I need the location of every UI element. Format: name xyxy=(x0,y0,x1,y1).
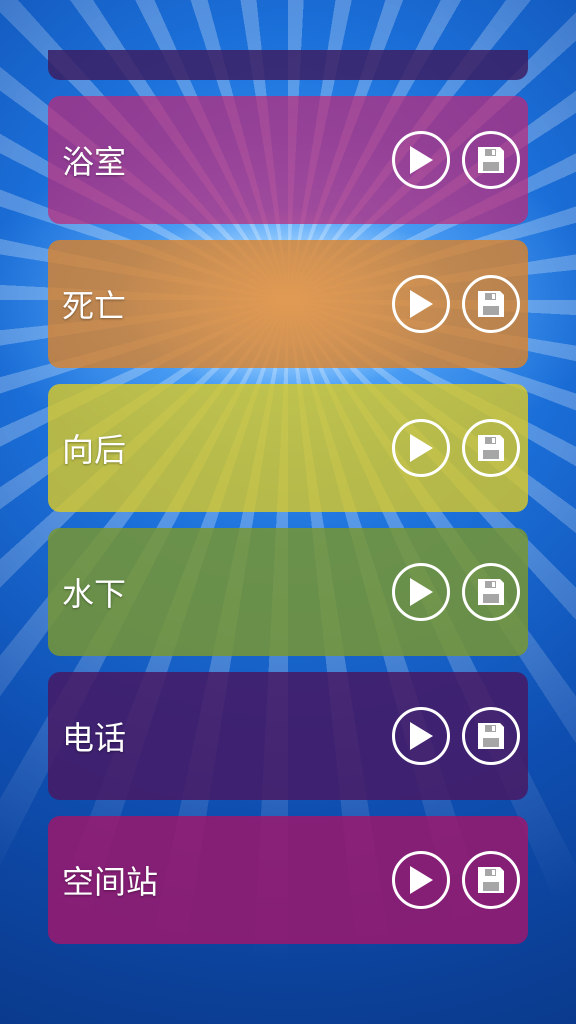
save-button[interactable] xyxy=(462,707,520,765)
sound-item-bathroom: 浴室 xyxy=(48,96,528,224)
sound-item-label: 浴室 xyxy=(62,143,127,181)
save-button[interactable] xyxy=(462,131,520,189)
save-button[interactable] xyxy=(462,419,520,477)
sound-item-label: 向后 xyxy=(62,431,127,469)
play-button[interactable] xyxy=(392,131,450,189)
save-icon xyxy=(478,147,504,173)
save-button[interactable] xyxy=(462,563,520,621)
play-icon xyxy=(410,722,433,750)
save-icon xyxy=(478,867,504,893)
play-icon xyxy=(410,578,433,606)
sound-item-death: 死亡 xyxy=(48,240,528,368)
play-button[interactable] xyxy=(392,707,450,765)
save-icon xyxy=(478,579,504,605)
save-button[interactable] xyxy=(462,851,520,909)
sound-item-label: 空间站 xyxy=(62,863,159,901)
save-button[interactable] xyxy=(462,275,520,333)
play-button[interactable] xyxy=(392,851,450,909)
play-button[interactable] xyxy=(392,419,450,477)
sound-list: 浴室 死亡 向后 水下 电话 空间站 xyxy=(48,96,528,960)
sound-item-label: 死亡 xyxy=(62,287,127,325)
sound-item-label: 电话 xyxy=(62,719,127,757)
play-button[interactable] xyxy=(392,563,450,621)
play-button[interactable] xyxy=(392,275,450,333)
sound-item-underwater: 水下 xyxy=(48,528,528,656)
play-icon xyxy=(410,866,433,894)
sound-item-label: 水下 xyxy=(62,575,127,613)
save-icon xyxy=(478,291,504,317)
play-icon xyxy=(410,146,433,174)
sound-item-space-station: 空间站 xyxy=(48,816,528,944)
play-icon xyxy=(410,290,433,318)
play-icon xyxy=(410,434,433,462)
save-icon xyxy=(478,435,504,461)
sound-item-telephone: 电话 xyxy=(48,672,528,800)
partial-list-item xyxy=(48,50,528,80)
save-icon xyxy=(478,723,504,749)
sound-item-backward: 向后 xyxy=(48,384,528,512)
